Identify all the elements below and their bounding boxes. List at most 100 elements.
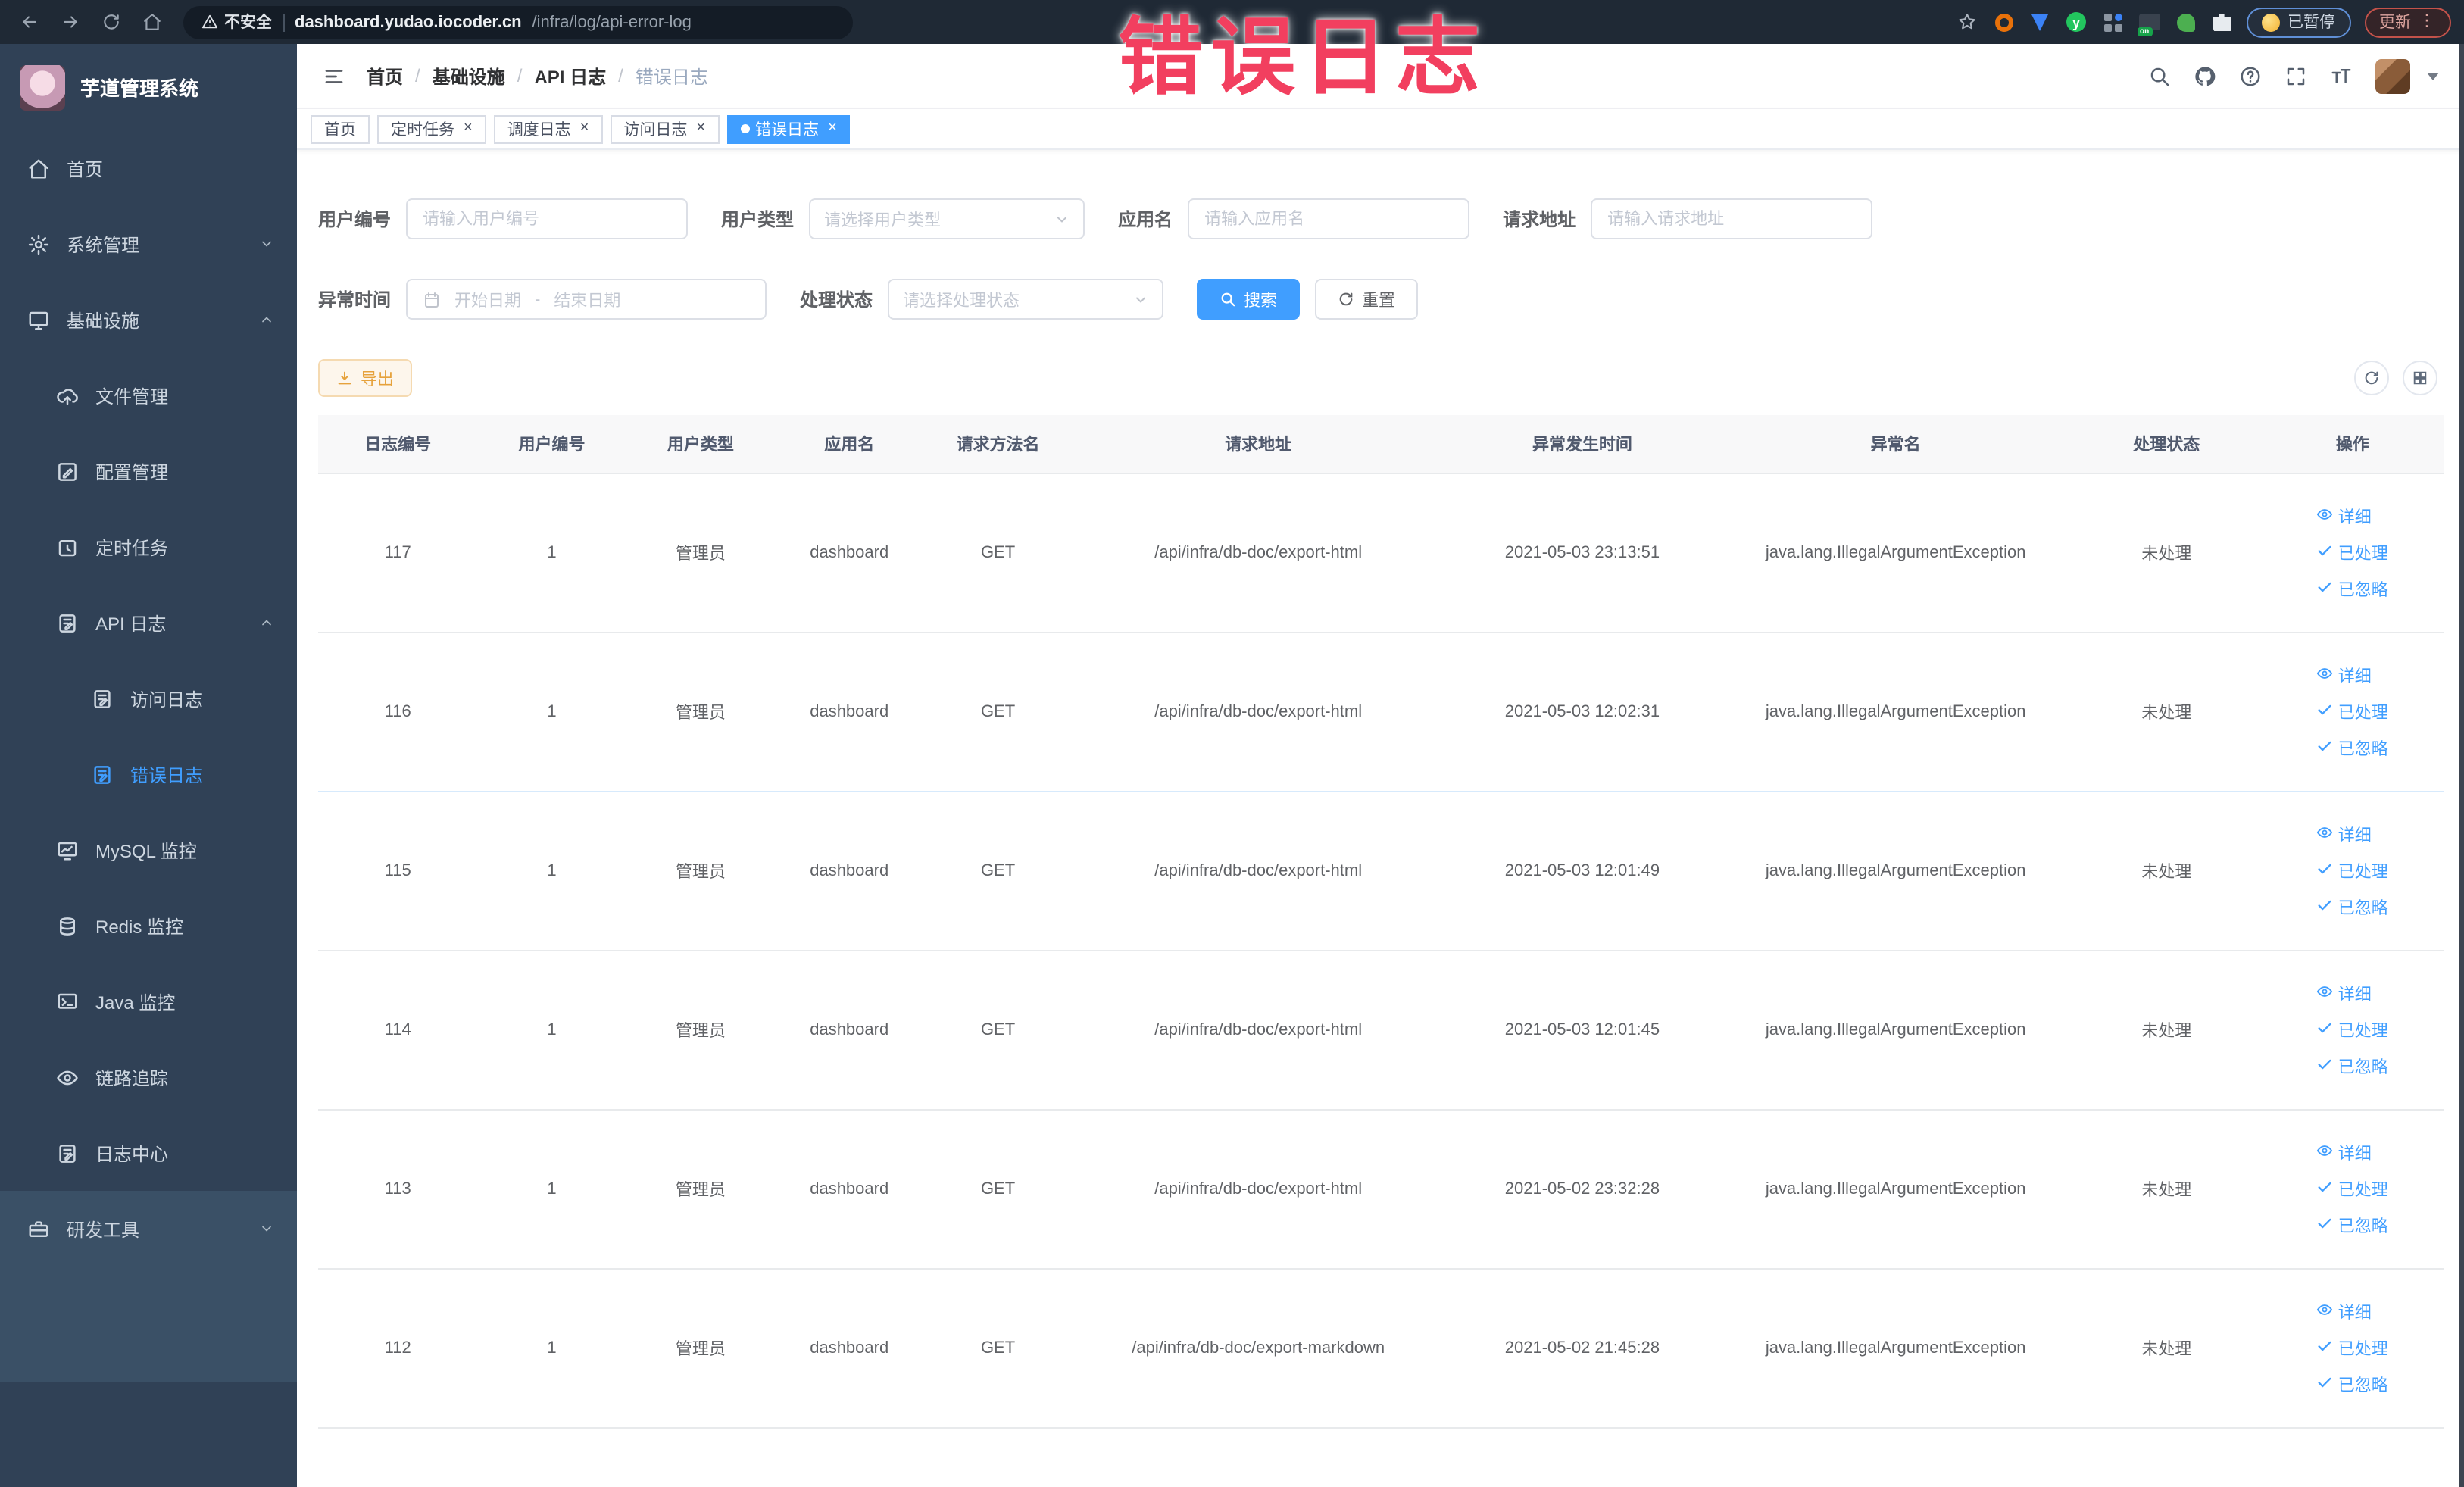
cell-user_type: 管理员 — [626, 950, 776, 1110]
action-2-link[interactable]: 已忽略 — [2317, 1372, 2388, 1396]
sidebar-item-2[interactable]: 基础设施 — [0, 282, 297, 358]
sidebar-item-14[interactable]: 研发工具 — [0, 1191, 297, 1267]
close-icon[interactable]: × — [696, 120, 705, 136]
breadcrumb-item-1[interactable]: 基础设施 — [433, 63, 505, 89]
not-secure-warning[interactable]: 不安全 — [201, 11, 272, 33]
fullscreen-icon[interactable] — [2284, 64, 2306, 87]
forward-icon[interactable] — [55, 7, 85, 37]
kebab-menu-icon[interactable]: ⋮ — [2419, 13, 2435, 30]
extension-grid-icon[interactable] — [2101, 11, 2124, 33]
update-badge[interactable]: 更新 ⋮ — [2364, 7, 2450, 37]
sidebar-item-10[interactable]: Redis 监控 — [0, 888, 297, 964]
paused-badge[interactable]: 已暂停 — [2247, 7, 2350, 37]
sidebar-item-9[interactable]: MySQL 监控 — [0, 812, 297, 888]
collapse-menu-icon[interactable] — [323, 64, 345, 87]
home-browser-icon[interactable] — [136, 7, 167, 37]
extensions-puzzle-icon[interactable] — [2210, 11, 2233, 33]
extension-green-y-icon[interactable]: y — [2065, 11, 2088, 33]
sidebar-item-1[interactable]: 系统管理 — [0, 206, 297, 282]
cell-status: 未处理 — [2071, 950, 2263, 1110]
cell-status: 未处理 — [2071, 632, 2263, 792]
status-select-placeholder: 请选择处理状态 — [903, 292, 1020, 310]
action-0-link[interactable]: 详细 — [2317, 663, 2372, 687]
filter-input-3[interactable] — [1591, 198, 1873, 239]
extension-blue-icon[interactable] — [2028, 11, 2051, 33]
cell-status: 未处理 — [2071, 1268, 2263, 1428]
action-0-link[interactable]: 详细 — [2317, 504, 2372, 528]
search-button[interactable]: 搜索 — [1197, 279, 1301, 320]
help-icon[interactable] — [2238, 64, 2261, 87]
table-row-5: 112 1 管理员 dashboard GET/api/infra/db-doc/exp… — [318, 1268, 2443, 1428]
export-button[interactable]: 导出 — [318, 359, 412, 397]
sidebar-item-3[interactable]: 文件管理 — [0, 358, 297, 433]
action-2-link[interactable]: 已忽略 — [2317, 895, 2388, 919]
filter-input-2[interactable] — [1188, 198, 1470, 239]
tab-0[interactable]: 首页 — [311, 114, 370, 143]
sidebar-item-4[interactable]: 配置管理 — [0, 433, 297, 509]
action-1-link[interactable]: 已处理 — [2317, 1335, 2388, 1360]
filter-input-0[interactable] — [406, 198, 689, 239]
close-icon[interactable]: × — [828, 120, 837, 136]
close-icon[interactable]: × — [580, 120, 589, 136]
bookmark-star-icon[interactable] — [1956, 11, 1978, 33]
sidebar-item-13[interactable]: 日志中心 — [0, 1115, 297, 1191]
refresh-table-button[interactable] — [2353, 361, 2388, 395]
font-size-icon[interactable] — [2329, 64, 2352, 87]
breadcrumb-item-0[interactable]: 首页 — [367, 63, 403, 89]
action-2-link[interactable]: 已忽略 — [2317, 736, 2388, 760]
app-logo[interactable]: 芋道管理系统 — [0, 44, 297, 130]
cloud-upload-icon — [56, 384, 79, 407]
action-1-link[interactable]: 已处理 — [2317, 1017, 2388, 1042]
action-label: 已处理 — [2338, 704, 2388, 722]
close-icon[interactable]: × — [464, 120, 473, 136]
tab-3[interactable]: 访问日志 × — [610, 114, 720, 143]
sidebar-item-5[interactable]: 定时任务 — [0, 509, 297, 585]
action-1-link[interactable]: 已处理 — [2317, 699, 2388, 723]
action-label: 已忽略 — [2338, 740, 2388, 758]
sidebar-item-0[interactable]: 首页 — [0, 130, 297, 206]
action-1-link[interactable]: 已处理 — [2317, 540, 2388, 564]
date-range-input[interactable]: 开始日期 - 结束日期 — [406, 279, 767, 320]
sidebar-bottom-section: 研发工具 — [0, 1191, 297, 1382]
chart-monitor-icon — [56, 839, 79, 861]
action-0-link[interactable]: 详细 — [2317, 822, 2372, 846]
filter-select-1[interactable]: 请选择用户类型 — [809, 198, 1085, 239]
cell-time: 2021-05-03 12:02:31 — [1444, 632, 1721, 792]
action-2-link[interactable]: 已忽略 — [2317, 576, 2388, 601]
status-label: 处理状态 — [800, 289, 873, 311]
breadcrumb-item-2[interactable]: API 日志 — [534, 63, 606, 89]
github-icon[interactable] — [2193, 64, 2216, 87]
action-2-link[interactable]: 已忽略 — [2317, 1213, 2388, 1237]
back-icon[interactable] — [14, 7, 44, 37]
filter-field-3: 请求地址 — [1503, 198, 1873, 239]
column-settings-button[interactable] — [2402, 361, 2437, 395]
sidebar-item-11[interactable]: Java 监控 — [0, 964, 297, 1039]
tags-view-bar: 首页 定时任务 × 调度日志 × 访问日志 × 错误日志 × — [297, 109, 2464, 150]
address-bar[interactable]: 不安全 dashboard.yudao.iocoder.cn/infra/log… — [183, 5, 853, 39]
status-select[interactable]: 请选择处理状态 — [888, 279, 1164, 320]
search-icon[interactable] — [2147, 64, 2170, 87]
action-0-link[interactable]: 详细 — [2317, 1299, 2372, 1323]
tab-4[interactable]: 错误日志 × — [726, 114, 851, 143]
reload-icon[interactable] — [95, 7, 126, 37]
action-1-link[interactable]: 已处理 — [2317, 1176, 2388, 1201]
sidebar-item-12[interactable]: 链路追踪 — [0, 1039, 297, 1115]
reset-button[interactable]: 重置 — [1315, 279, 1419, 320]
sidebar-item-7[interactable]: 访问日志 — [0, 661, 297, 736]
sidebar-item-8[interactable]: 错误日志 — [0, 736, 297, 812]
action-0-link[interactable]: 详细 — [2317, 1140, 2372, 1164]
check-icon — [2317, 542, 2334, 563]
sidebar-item-6[interactable]: API 日志 — [0, 585, 297, 661]
action-0-link[interactable]: 详细 — [2317, 981, 2372, 1005]
extension-on-icon[interactable]: on — [2137, 11, 2160, 36]
extension-plant-icon[interactable] — [2174, 11, 2197, 33]
action-1-link[interactable]: 已处理 — [2317, 858, 2388, 883]
user-avatar[interactable] — [2375, 58, 2409, 93]
action-2-link[interactable]: 已忽略 — [2317, 1054, 2388, 1078]
tab-2[interactable]: 调度日志 × — [493, 114, 603, 143]
extension-orange-icon[interactable] — [1992, 11, 2015, 33]
toolbox-icon — [27, 1217, 50, 1240]
sidebar-item-label: 首页 — [67, 158, 104, 180]
chevron-down-icon[interactable] — [2426, 72, 2438, 80]
tab-1[interactable]: 定时任务 × — [377, 114, 486, 143]
